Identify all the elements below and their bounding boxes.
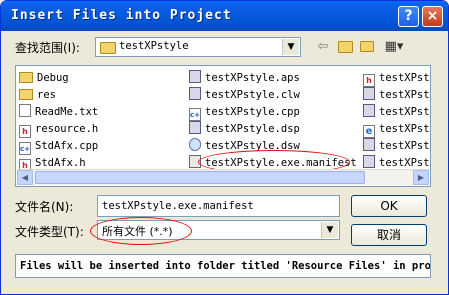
chevron-down-icon[interactable]: ▼	[321, 222, 338, 238]
file-list[interactable]: Debug res ReadMe.txt h resource.h c+ StdAf…	[15, 65, 431, 187]
list-item[interactable]: testXPsty	[363, 138, 430, 154]
list-item[interactable]: res	[19, 87, 56, 103]
title-bar: Insert Files into Project ? ×	[1, 1, 448, 31]
folder-icon	[100, 42, 116, 54]
filetype-dropdown[interactable]: 所有文件 (*.*) ▼	[97, 220, 340, 240]
ok-button[interactable]: OK	[351, 195, 427, 217]
cpp-file-icon: c+	[19, 142, 31, 155]
scrollbar-thumb[interactable]	[35, 171, 365, 184]
workspace-file-icon	[189, 138, 201, 151]
chevron-down-icon[interactable]: ▼	[282, 39, 299, 55]
look-in-label: 查找范围(I):	[15, 41, 80, 55]
insert-files-dialog: Insert Files into Project ? × 查找范围(I): t…	[0, 0, 449, 295]
ie-file-icon: e	[363, 125, 375, 138]
back-arrow-icon[interactable]: ⇦	[313, 38, 333, 56]
filename-input[interactable]: testXPstyle.exe.manifest	[97, 195, 340, 217]
filetype-value: 所有文件 (*.*)	[102, 225, 173, 238]
list-item[interactable]: h resource.h	[19, 121, 98, 138]
help-button[interactable]: ?	[398, 6, 419, 27]
close-button[interactable]: ×	[422, 6, 443, 27]
filetype-label: 文件类型(T):	[15, 225, 84, 239]
list-item[interactable]: ReadMe.txt	[19, 104, 98, 120]
project-file-icon	[363, 104, 375, 117]
list-item[interactable]: testXPstyle.dsp	[189, 121, 300, 137]
project-file-icon	[189, 87, 201, 100]
project-file-icon	[363, 138, 375, 151]
list-item[interactable]: c+ testXPstyle.cpp	[189, 104, 300, 121]
header-file-icon: h	[19, 125, 31, 138]
view-menu-icon[interactable]: ▦▾	[381, 38, 407, 56]
cpp-file-icon: c+	[189, 108, 201, 121]
project-file-icon	[363, 87, 375, 100]
status-message: Files will be inserted into folder title…	[15, 254, 431, 278]
up-folder-icon[interactable]	[335, 38, 355, 56]
list-item[interactable]: c+ StdAfx.cpp	[19, 138, 98, 155]
list-item[interactable]: testXPstyle.dsw	[189, 138, 300, 154]
folder-icon	[19, 89, 33, 100]
folder-icon	[19, 72, 33, 83]
look-in-value: testXPstyle	[119, 40, 189, 52]
scroll-left-icon[interactable]: ◀	[17, 170, 33, 185]
horizontal-scrollbar[interactable]: ◀ ▶	[17, 169, 429, 185]
list-item[interactable]: testXPstyle.clw	[189, 87, 300, 103]
filename-label: 文件名(N):	[15, 200, 74, 214]
manifest-file-icon	[189, 155, 201, 168]
project-file-icon	[363, 155, 375, 168]
text-file-icon	[19, 104, 31, 117]
dialog-title: Insert Files into Project	[11, 8, 232, 23]
list-item[interactable]: Debug	[19, 70, 69, 86]
project-file-icon	[189, 121, 201, 134]
header-file-icon: h	[363, 74, 375, 87]
scroll-right-icon[interactable]: ▶	[413, 170, 429, 185]
list-item[interactable]: testXPsty	[363, 104, 430, 120]
list-item[interactable]: e testXPsty	[363, 121, 430, 138]
list-item[interactable]: testXPstyle.aps	[189, 70, 300, 86]
project-file-icon	[189, 70, 201, 83]
list-item[interactable]: h testXPsty	[363, 70, 430, 87]
look-in-dropdown[interactable]: testXPstyle ▼	[95, 37, 301, 57]
list-item[interactable]: testXPsty	[363, 87, 430, 103]
new-folder-icon[interactable]	[357, 38, 377, 56]
cancel-button[interactable]: 取消	[351, 224, 427, 246]
